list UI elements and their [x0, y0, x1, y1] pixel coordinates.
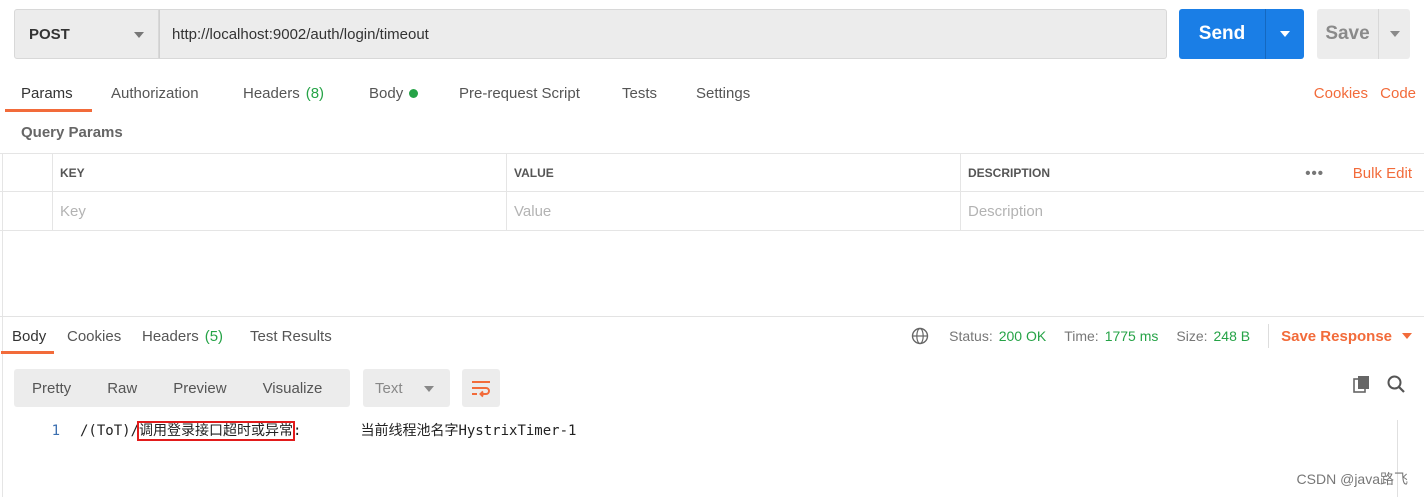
tab-pre-request-script[interactable]: Pre-request Script — [459, 74, 580, 112]
response-actions — [1352, 374, 1406, 394]
chevron-down-icon — [134, 32, 144, 38]
bulk-edit-link[interactable]: Bulk Edit — [1353, 154, 1412, 192]
globe-icon[interactable] — [911, 327, 929, 345]
time-value: 1775 ms — [1104, 328, 1159, 344]
tab-label: Params — [21, 84, 73, 102]
time-label: Time: — [1064, 328, 1099, 344]
column-header-description: DESCRIPTION — [960, 154, 1290, 192]
response-divider — [0, 316, 1424, 317]
key-input[interactable]: Key — [52, 192, 506, 230]
tab-label: Headers — [243, 84, 300, 102]
tab-label: Settings — [696, 84, 751, 102]
search-icon[interactable] — [1386, 374, 1406, 394]
tab-label: Pre-request Script — [459, 84, 580, 102]
status-divider — [1268, 324, 1270, 348]
size-label: Size: — [1176, 328, 1208, 344]
chevron-down-icon — [424, 386, 434, 392]
code-link[interactable]: Code — [1380, 74, 1416, 112]
response-body-line: 1 /(ToT)/调用登录接口超时或异常: 当前线程池名字HystrixTime… — [0, 420, 1424, 442]
format-type-label: Text — [375, 379, 403, 397]
visualize-button[interactable]: Visualize — [245, 369, 341, 407]
preview-button[interactable]: Preview — [155, 369, 244, 407]
description-input[interactable]: Description — [960, 192, 1424, 230]
wrap-icon — [472, 381, 490, 398]
response-text: /(ToT)/调用登录接口超时或异常: 当前线程池名字HystrixTimer-… — [80, 420, 576, 442]
response-tabs: Body Cookies Headers (5) Test Results Sta… — [0, 318, 1424, 354]
body-indicator-dot — [409, 88, 419, 98]
save-response-button[interactable]: Save Response — [1281, 328, 1412, 345]
method-select[interactable]: POST — [14, 9, 159, 59]
tab-label: Body — [12, 327, 47, 345]
save-dropdown[interactable] — [1379, 31, 1410, 37]
status-value: 200 OK — [998, 328, 1047, 344]
tab-authorization[interactable]: Authorization — [111, 74, 199, 112]
tab-label: Cookies — [67, 327, 122, 345]
request-bar: POST http://localhost:9002/auth/login/ti… — [14, 9, 1410, 59]
send-label: Send — [1198, 23, 1246, 44]
send-button[interactable]: Send — [1179, 9, 1304, 59]
url-input[interactable]: http://localhost:9002/auth/login/timeout — [159, 9, 1167, 59]
tab-label: Test Results — [250, 327, 332, 345]
size-value: 248 B — [1213, 328, 1251, 344]
tab-response-cookies[interactable]: Cookies — [67, 318, 121, 354]
column-header-value: VALUE — [506, 154, 960, 192]
status-label: Status: — [949, 328, 993, 344]
more-options-icon[interactable]: ••• — [1305, 154, 1324, 192]
pretty-button[interactable]: Pretty — [14, 369, 89, 407]
send-dropdown[interactable] — [1266, 31, 1304, 37]
query-params-label: Query Params — [21, 124, 123, 141]
tab-settings[interactable]: Settings — [696, 74, 750, 112]
value-input[interactable]: Value — [506, 192, 960, 230]
save-label: Save — [1325, 23, 1370, 44]
copy-icon[interactable] — [1352, 374, 1372, 394]
tab-label: Body — [369, 84, 404, 102]
method-label: POST — [29, 25, 70, 43]
request-tabs: Params Authorization Headers (8) Body Pre… — [0, 74, 1424, 112]
column-header-key: KEY — [52, 154, 506, 192]
headers-count-badge: (8) — [305, 84, 325, 102]
query-params-table: KEY VALUE DESCRIPTION ••• Bulk Edit Key … — [0, 153, 1424, 231]
watermark: CSDN @java路飞 — [1296, 471, 1408, 487]
tab-tests[interactable]: Tests — [622, 74, 657, 112]
tab-test-results[interactable]: Test Results — [250, 318, 332, 354]
chevron-down-icon — [1389, 31, 1400, 37]
highlighted-message: 调用登录接口超时或异常 — [137, 421, 296, 441]
table-row: Key Value Description — [0, 192, 1424, 230]
table-header-row: KEY VALUE DESCRIPTION ••• Bulk Edit — [0, 154, 1424, 192]
save-response-label: Save Response — [1281, 327, 1392, 345]
tab-params[interactable]: Params — [5, 74, 92, 112]
tab-label: Tests — [622, 84, 658, 102]
tab-response-body[interactable]: Body — [0, 318, 55, 354]
tab-body[interactable]: Body — [369, 74, 419, 112]
headers-count-badge: (5) — [204, 327, 224, 345]
format-toggle-group: Pretty Raw Preview Visualize — [14, 369, 350, 407]
response-status: Status: 200 OK Time: 1775 ms Size: 248 B… — [911, 318, 1412, 354]
response-prefix: /(ToT)/ — [80, 423, 140, 439]
tab-headers[interactable]: Headers (8) — [243, 74, 324, 112]
tab-response-headers[interactable]: Headers (5) — [142, 318, 223, 354]
tab-label: Headers — [142, 327, 199, 345]
response-suffix: : 当前线程池名字HystrixTimer-1 — [293, 423, 577, 439]
tab-label: Authorization — [111, 84, 199, 102]
line-number: 1 — [51, 423, 60, 439]
format-type-select[interactable]: Text — [363, 369, 450, 407]
raw-button[interactable]: Raw — [89, 369, 155, 407]
wrap-lines-button[interactable] — [462, 369, 500, 407]
chevron-down-icon — [1280, 31, 1290, 37]
save-button[interactable]: Save — [1317, 9, 1410, 59]
chevron-down-icon — [1402, 333, 1412, 339]
cookies-link[interactable]: Cookies — [1314, 74, 1368, 112]
